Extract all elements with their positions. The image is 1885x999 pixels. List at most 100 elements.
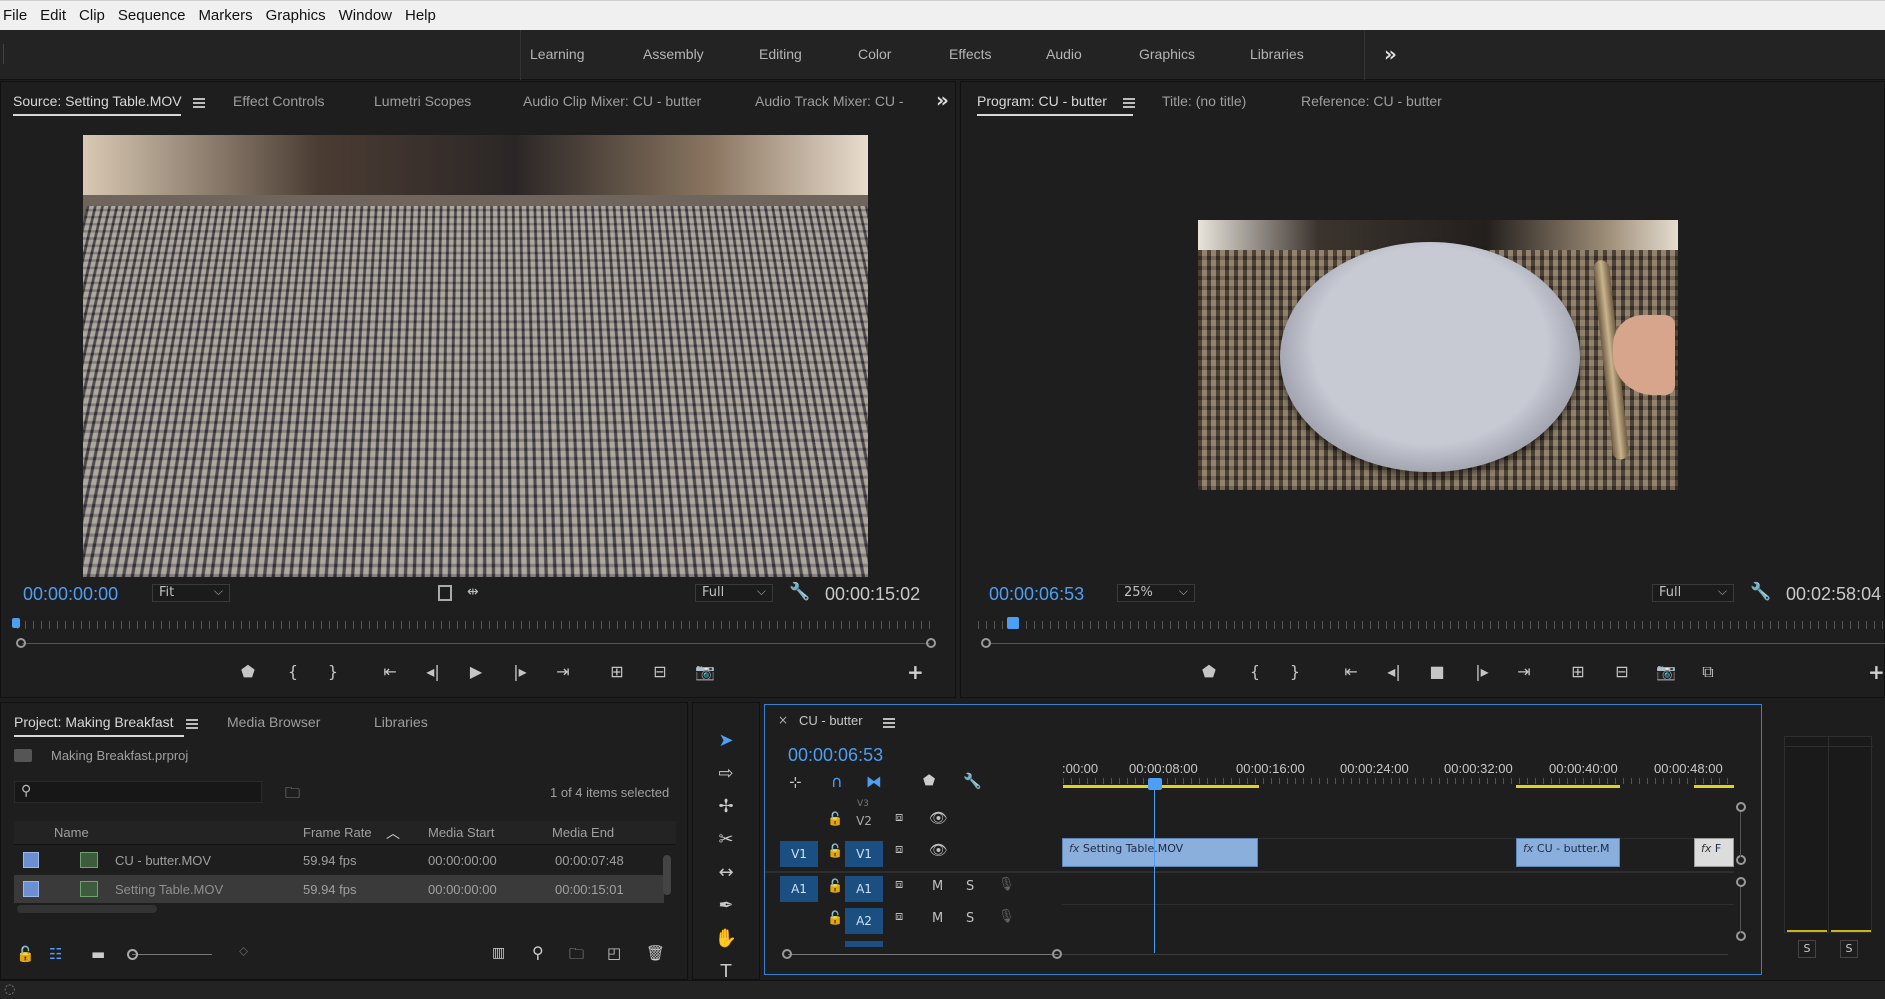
lock-icon[interactable]: 🔓 <box>827 844 843 859</box>
panel-menu-icon[interactable] <box>1123 98 1135 108</box>
panel-menu-icon[interactable] <box>186 719 198 729</box>
workspace-editing[interactable]: Editing <box>759 46 802 62</box>
go-to-out-icon[interactable]: ⇥ <box>1512 662 1536 681</box>
lock-icon[interactable]: 🔓 <box>16 945 35 963</box>
menu-file[interactable]: File <box>3 7 27 24</box>
label-color-swatch[interactable] <box>23 881 39 897</box>
column-frame-rate[interactable]: Frame Rate <box>303 825 372 840</box>
close-tab-icon[interactable]: × <box>778 713 788 727</box>
table-row[interactable]: CU - butter.MOV 59.94 fps 00:00:00:00 00… <box>14 846 664 874</box>
go-to-in-icon[interactable]: ⇤ <box>378 662 402 681</box>
sync-lock-icon[interactable]: ⧈ <box>895 810 903 825</box>
new-bin-icon[interactable]: 🗀 <box>569 944 584 969</box>
mute-button[interactable]: M <box>932 879 943 894</box>
track-target-a2[interactable]: A2 <box>845 908 883 934</box>
selection-tool-icon[interactable]: ➤ <box>713 730 739 751</box>
workspace-audio[interactable]: Audio <box>1046 46 1082 62</box>
lock-icon[interactable]: 🔓 <box>827 812 843 827</box>
pen-tool-icon[interactable]: ✒ <box>713 895 739 916</box>
program-timecode[interactable]: 00:00:06:53 <box>989 584 1084 605</box>
panel-menu-icon[interactable] <box>193 98 205 108</box>
source-zoom-handle-left[interactable] <box>16 638 26 648</box>
program-playhead[interactable] <box>1007 617 1019 629</box>
razor-tool-icon[interactable]: ✂ <box>713 829 739 850</box>
timeline-clip[interactable]: fx CU - butter.M <box>1516 838 1620 867</box>
tab-reference[interactable]: Reference: CU - butter <box>1301 93 1442 109</box>
timeline-clip[interactable]: fx F <box>1694 838 1734 867</box>
more-tabs-icon[interactable]: » <box>936 88 949 112</box>
add-marker-icon[interactable]: ⬟ <box>236 662 260 681</box>
mark-in-icon[interactable]: { <box>1243 662 1267 681</box>
menu-clip[interactable]: Clip <box>79 7 105 24</box>
menu-help[interactable]: Help <box>405 7 436 24</box>
export-frame-camera-icon[interactable]: 📷 <box>1654 662 1678 681</box>
sync-lock-icon[interactable]: ⧈ <box>895 877 903 892</box>
source-zoom-dropdown[interactable]: Fit <box>152 583 230 602</box>
tab-lumetri-scopes[interactable]: Lumetri Scopes <box>374 93 471 109</box>
type-tool-icon[interactable]: T <box>713 961 739 982</box>
ripple-edit-tool-icon[interactable]: ✢ <box>713 796 739 817</box>
workspace-assembly[interactable]: Assembly <box>643 46 704 62</box>
play-icon[interactable]: ▶ <box>464 662 488 681</box>
program-zoom-scrollbar[interactable] <box>988 643 1885 644</box>
automate-to-sequence-icon[interactable]: ▥ <box>492 945 505 961</box>
vertical-zoom-handle[interactable] <box>1736 855 1746 865</box>
stop-icon[interactable]: ■ <box>1425 662 1449 681</box>
timeline-timecode[interactable]: 00:00:06:53 <box>788 745 883 766</box>
mark-out-icon[interactable]: } <box>1283 662 1307 681</box>
vertical-zoom-handle[interactable] <box>1736 877 1746 887</box>
sequence-tab[interactable]: CU - butter <box>799 713 863 728</box>
workspace-color[interactable]: Color <box>858 46 891 62</box>
track-target-v1[interactable]: V1 <box>845 841 883 867</box>
new-item-icon[interactable]: ◰ <box>607 944 621 962</box>
solo-left-button[interactable]: S <box>1798 940 1816 958</box>
drag-video-icon[interactable]: ⇹ <box>467 584 479 600</box>
comparison-view-icon[interactable]: ⧉ <box>1696 662 1720 682</box>
source-zoom-scrollbar[interactable] <box>22 643 930 644</box>
program-resolution-dropdown[interactable]: Full <box>1652 583 1734 602</box>
track-label-v2[interactable]: V2 <box>845 808 883 834</box>
mark-out-icon[interactable]: } <box>321 662 345 681</box>
step-back-icon[interactable]: ◂| <box>1382 662 1406 681</box>
program-settings-wrench-icon[interactable]: 🔧 <box>1750 582 1771 602</box>
step-forward-icon[interactable]: |▸ <box>1470 662 1494 681</box>
vertical-scrollbar[interactable] <box>1740 887 1741 933</box>
solo-button[interactable]: S <box>966 879 974 894</box>
zoom-slider-handle[interactable] <box>127 949 138 960</box>
export-frame-camera-icon[interactable]: 📷 <box>693 662 717 681</box>
go-to-out-icon[interactable]: ⇥ <box>551 662 575 681</box>
tab-program[interactable]: Program: CU - butter <box>977 93 1107 109</box>
menu-graphics[interactable]: Graphics <box>266 7 326 24</box>
clip-name[interactable]: CU - butter.MOV <box>115 853 211 868</box>
add-marker-icon[interactable]: ⬟ <box>923 773 935 789</box>
workspace-learning[interactable]: Learning <box>530 46 585 62</box>
label-color-swatch[interactable] <box>23 852 39 868</box>
voice-over-mic-icon[interactable]: 🎙 <box>998 877 1015 892</box>
vertical-zoom-handle[interactable] <box>1736 931 1746 941</box>
slip-tool-icon[interactable]: ↔ <box>713 862 739 883</box>
linked-selection-icon[interactable]: ⧓ <box>866 772 882 791</box>
button-editor-plus-icon[interactable]: + <box>1868 660 1885 684</box>
list-view-icon[interactable]: ☷ <box>49 945 62 963</box>
menu-window[interactable]: Window <box>339 7 392 24</box>
vertical-zoom-handle[interactable] <box>1736 802 1746 812</box>
timeline-playhead-handle[interactable] <box>1148 778 1162 790</box>
overwrite-clip-icon[interactable]: ⊟ <box>648 662 672 681</box>
source-resolution-dropdown[interactable]: Full <box>695 583 773 602</box>
tab-project[interactable]: Project: Making Breakfast <box>14 714 174 730</box>
step-back-icon[interactable]: ◂| <box>421 662 445 681</box>
sync-lock-icon[interactable]: ⧈ <box>895 909 903 924</box>
table-row[interactable]: Setting Table.MOV 59.94 fps 00:00:00:00 … <box>14 875 664 903</box>
mark-in-icon[interactable]: { <box>281 662 305 681</box>
sort-icons-icon[interactable]: ⬦ <box>239 944 248 959</box>
lock-icon[interactable]: 🔓 <box>827 911 843 926</box>
program-zoom-dropdown[interactable]: 25% <box>1117 583 1195 602</box>
add-marker-icon[interactable]: ⬟ <box>1197 662 1221 681</box>
solo-button[interactable]: S <box>966 911 974 926</box>
extract-icon[interactable]: ⊟ <box>1610 662 1634 681</box>
track-select-tool-icon[interactable]: ⇨ <box>713 763 739 784</box>
sync-lock-icon[interactable]: ⧈ <box>895 842 903 857</box>
insert-icon[interactable] <box>438 585 452 601</box>
find-icon[interactable]: ⚲ <box>532 943 544 962</box>
delete-trash-icon[interactable]: 🗑 <box>646 944 665 962</box>
